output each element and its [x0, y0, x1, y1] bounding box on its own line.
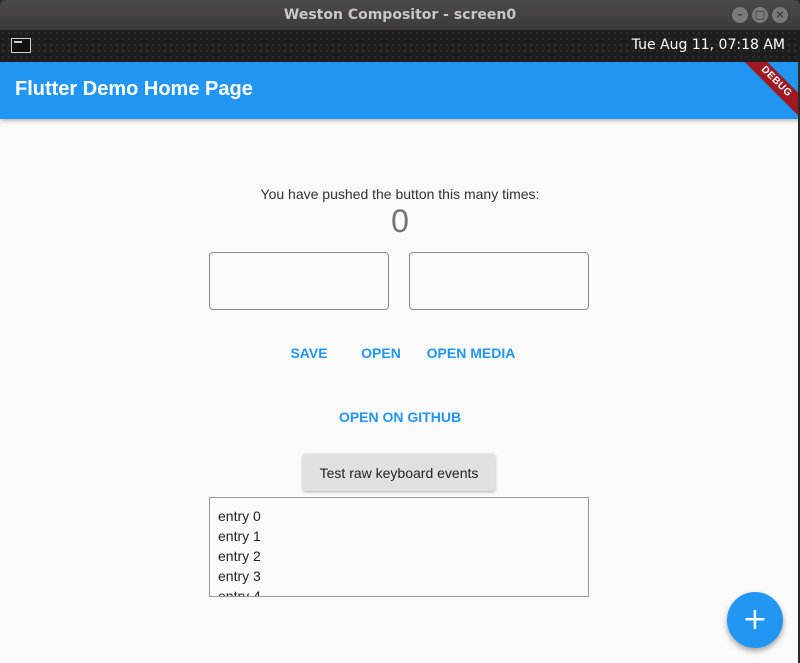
flutter-app: Flutter Demo Home Page DEBUG You have pu… — [0, 62, 800, 663]
text-field-2[interactable] — [409, 252, 589, 310]
weston-panel: Tue Aug 11, 07:18 AM — [0, 30, 800, 62]
counter-label: You have pushed the button this many tim… — [260, 186, 540, 202]
list-item: entry 3 — [218, 568, 261, 584]
minimize-button[interactable]: – — [732, 7, 748, 23]
list-item: entry 0 — [218, 508, 261, 524]
window-controls: – □ × — [732, 7, 788, 23]
open-button[interactable]: OPEN — [353, 335, 409, 371]
increment-fab[interactable]: + — [727, 592, 783, 648]
save-button[interactable]: SAVE — [281, 335, 337, 371]
plus-icon: + — [742, 602, 768, 637]
window-titlebar[interactable]: Weston Compositor - screen0 – □ × — [0, 0, 800, 30]
app-bar: Flutter Demo Home Page DEBUG — [0, 62, 800, 124]
open-github-button[interactable]: OPEN ON GITHUB — [330, 399, 470, 435]
list-item: entry 2 — [218, 548, 261, 564]
open-media-button[interactable]: OPEN MEDIA — [422, 335, 520, 371]
panel-clock: Tue Aug 11, 07:18 AM — [631, 37, 785, 53]
list-item: entry 4 — [218, 588, 261, 597]
raw-keyboard-button[interactable]: Test raw keyboard events — [303, 454, 495, 491]
counter-value: 0 — [391, 203, 409, 239]
close-button[interactable]: × — [772, 7, 788, 23]
page-title: Flutter Demo Home Page — [15, 78, 253, 100]
debug-banner: DEBUG — [734, 62, 800, 124]
list-item: entry 1 — [218, 528, 261, 544]
window-title: Weston Compositor - screen0 — [283, 7, 517, 23]
terminal-icon[interactable] — [11, 38, 31, 53]
entry-list[interactable]: entry 0 entry 1 entry 2 entry 3 entry 4 — [209, 497, 589, 597]
maximize-button[interactable]: □ — [752, 7, 768, 23]
text-field-1[interactable] — [209, 252, 389, 310]
